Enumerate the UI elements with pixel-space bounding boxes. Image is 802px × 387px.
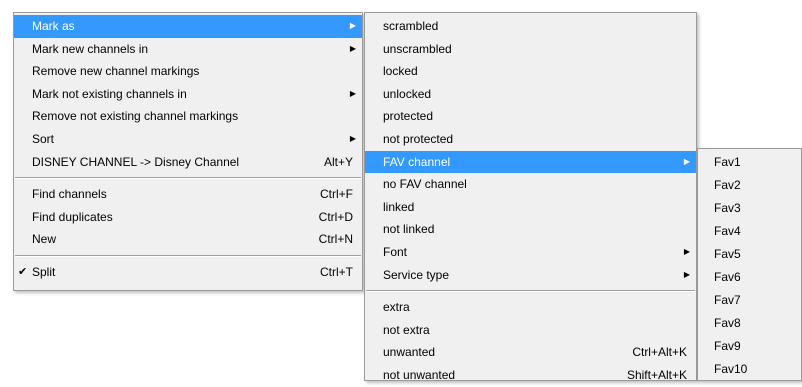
context-menu-main: Mark as ▶ Mark new channels in ▶ Remove … xyxy=(13,12,363,291)
menu-item-protected[interactable]: protected xyxy=(365,105,696,128)
menu-item-mark-not-existing-channels-in[interactable]: Mark not existing channels in ▶ xyxy=(14,83,362,106)
menu-item-not-unwanted[interactable]: not unwanted Shift+Alt+K xyxy=(365,364,696,387)
menu-item-unscrambled[interactable]: unscrambled xyxy=(365,38,696,61)
menu-item-shortcut: Ctrl+D xyxy=(318,209,353,224)
menu-item-label: Service type xyxy=(383,267,450,282)
menu-item-fav5[interactable]: Fav5 xyxy=(698,243,801,266)
menu-separator xyxy=(366,290,695,293)
menu-item-sort[interactable]: Sort ▶ xyxy=(14,128,362,151)
menu-item-label: not linked xyxy=(383,222,435,237)
menu-item-unwanted[interactable]: unwanted Ctrl+Alt+K xyxy=(365,341,696,364)
menu-item-remove-new-channel-markings[interactable]: Remove new channel markings xyxy=(14,60,362,83)
menu-item-shortcut: Ctrl+T xyxy=(320,264,353,279)
menu-item-linked[interactable]: linked xyxy=(365,196,696,219)
menu-item-label: Fav2 xyxy=(714,178,741,192)
menu-item-fav7[interactable]: Fav7 xyxy=(698,289,801,312)
menu-item-label: extra xyxy=(383,300,410,315)
menu-item-shortcut: Shift+Alt+K xyxy=(626,367,687,382)
submenu-arrow-icon: ▶ xyxy=(349,133,356,143)
submenu-arrow-icon: ▶ xyxy=(683,156,690,166)
check-icon: ✔ xyxy=(18,265,28,278)
menu-item-not-extra[interactable]: not extra xyxy=(365,319,696,342)
menu-item-not-linked[interactable]: not linked xyxy=(365,218,696,241)
menu-item-label: not protected xyxy=(383,131,454,146)
menu-item-label: Split xyxy=(32,264,56,279)
menu-item-label: Fav6 xyxy=(714,270,741,284)
submenu-mark-as: scrambled unscrambled locked unlocked pr… xyxy=(364,12,697,382)
menu-separator xyxy=(15,254,361,257)
menu-item-label: Find channels xyxy=(32,187,107,202)
menu-item-label: FAV channel xyxy=(383,154,451,169)
menu-item-fav6[interactable]: Fav6 xyxy=(698,266,801,289)
menu-item-label: unwanted xyxy=(383,345,436,360)
menu-item-mark-as[interactable]: Mark as ▶ xyxy=(14,15,362,38)
menu-item-label: protected xyxy=(383,109,434,124)
submenu-arrow-icon: ▶ xyxy=(349,43,356,53)
menu-item-label: Find duplicates xyxy=(32,209,113,224)
menu-item-fav3[interactable]: Fav3 xyxy=(698,197,801,220)
menu-item-new[interactable]: New Ctrl+N xyxy=(14,228,362,251)
menu-item-label: Fav4 xyxy=(714,224,741,238)
menu-item-shortcut: Ctrl+N xyxy=(318,232,353,247)
menu-item-fav-channel[interactable]: FAV channel ▶ xyxy=(365,150,696,174)
menu-item-label: Font xyxy=(383,244,408,259)
menu-item-label: not extra xyxy=(383,322,430,337)
menu-item-find-channels[interactable]: Find channels Ctrl+F xyxy=(14,183,362,206)
menu-item-label: Mark as xyxy=(32,19,75,33)
submenu-arrow-icon: ▶ xyxy=(349,88,356,98)
menu-item-not-protected[interactable]: not protected xyxy=(365,128,696,151)
menu-item-label: Sort xyxy=(32,131,55,146)
menu-item-label: New xyxy=(32,232,57,247)
menu-item-no-fav-channel[interactable]: no FAV channel xyxy=(365,173,696,196)
submenu-arrow-icon: ▶ xyxy=(683,269,690,279)
menu-item-label: Fav1 xyxy=(714,155,741,169)
submenu-arrow-icon: ▶ xyxy=(683,246,690,256)
menu-item-unlocked[interactable]: unlocked xyxy=(365,83,696,106)
menu-item-shortcut: Ctrl+Alt+K xyxy=(632,345,687,360)
menu-item-scrambled[interactable]: scrambled xyxy=(365,15,696,38)
menu-item-shortcut: Alt+Y xyxy=(323,154,353,169)
menu-item-label: scrambled xyxy=(383,19,439,33)
menu-item-fav4[interactable]: Fav4 xyxy=(698,220,801,243)
menu-item-locked[interactable]: locked xyxy=(365,60,696,83)
menu-item-label: locked xyxy=(383,64,418,79)
menu-item-label: Mark new channels in xyxy=(32,41,149,56)
menu-item-label: Fav9 xyxy=(714,339,741,353)
menu-item-font[interactable]: Font ▶ xyxy=(365,241,696,264)
menu-item-label: Fav10 xyxy=(714,362,748,376)
menu-item-label: Remove not existing channel markings xyxy=(32,109,239,124)
menu-item-fav1[interactable]: Fav1 xyxy=(698,151,801,174)
menu-item-disney-rename[interactable]: DISNEY CHANNEL -> Disney Channel Alt+Y xyxy=(14,151,362,174)
menu-item-mark-new-channels-in[interactable]: Mark new channels in ▶ xyxy=(14,38,362,61)
menu-item-find-duplicates[interactable]: Find duplicates Ctrl+D xyxy=(14,206,362,229)
menu-item-label: DISNEY CHANNEL -> Disney Channel xyxy=(32,154,240,169)
menu-item-label: Fav5 xyxy=(714,247,741,261)
menu-item-fav9[interactable]: Fav9 xyxy=(698,335,801,358)
menu-item-extra[interactable]: extra xyxy=(365,296,696,319)
menu-item-shortcut: Ctrl+F xyxy=(320,187,353,202)
menu-item-label: Fav3 xyxy=(714,201,741,215)
menu-separator xyxy=(15,177,361,180)
menu-item-split[interactable]: ✔ Split Ctrl+T xyxy=(14,261,362,284)
submenu-arrow-icon: ▶ xyxy=(349,21,356,30)
menu-item-fav2[interactable]: Fav2 xyxy=(698,174,801,197)
menu-item-label: Fav7 xyxy=(714,293,741,307)
menu-item-service-type[interactable]: Service type ▶ xyxy=(365,264,696,287)
menu-item-label: Remove new channel markings xyxy=(32,64,200,79)
menu-item-label: Fav8 xyxy=(714,316,741,330)
menu-item-label: unscrambled xyxy=(383,41,452,56)
menu-item-label: not unwanted xyxy=(383,367,456,382)
submenu-fav-channel: Fav1 Fav2 Fav3 Fav4 Fav5 Fav6 Fav7 Fav8 … xyxy=(697,148,802,381)
menu-item-label: no FAV channel xyxy=(383,177,467,192)
menu-item-fav8[interactable]: Fav8 xyxy=(698,312,801,335)
menu-item-label: Mark not existing channels in xyxy=(32,86,187,101)
menu-item-label: linked xyxy=(383,199,415,214)
menu-item-label: unlocked xyxy=(383,86,432,101)
menu-item-remove-not-existing-channel-markings[interactable]: Remove not existing channel markings xyxy=(14,105,362,128)
menu-item-fav10[interactable]: Fav10 xyxy=(698,358,801,381)
